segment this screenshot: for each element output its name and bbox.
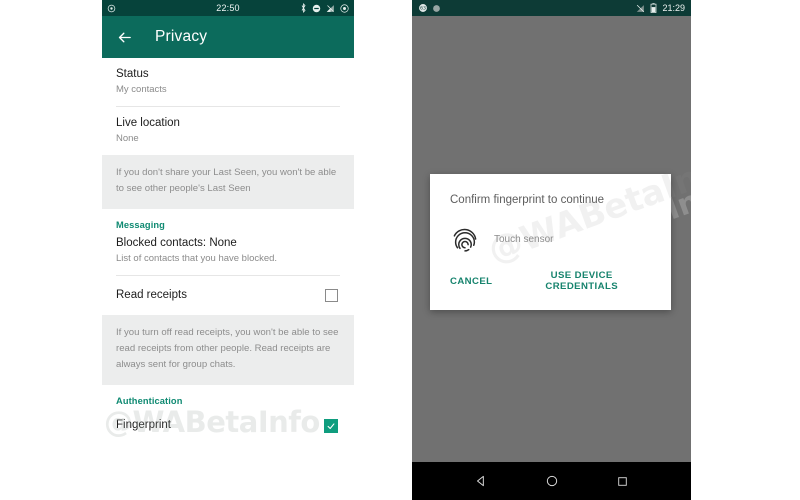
right-status-left-icons: 63 (418, 3, 441, 13)
blocked-contacts-description: List of contacts that you have blocked. (116, 253, 278, 264)
last-seen-note: If you don't share your Last Seen, you w… (102, 155, 354, 209)
do-not-disturb-icon (312, 4, 321, 12)
battery-icon (651, 3, 657, 13)
right-status-bar: 63 21:29 (412, 0, 691, 16)
left-phone-screenshot: 22:50 Privacy Status My contacts Live lo… (102, 0, 354, 446)
status-bar-right-icons (300, 3, 349, 13)
fingerprint-checkbox[interactable] (324, 418, 338, 433)
right-status-clock: 21:29 (662, 3, 685, 13)
home-circle-icon[interactable] (545, 474, 559, 488)
setting-row-status[interactable]: Status My contacts (102, 58, 354, 106)
dialog-actions: CANCEL USE DEVICE CREDENTIALS (450, 270, 651, 292)
fingerprint-label: Fingerprint (116, 419, 171, 431)
read-receipts-label: Read receipts (116, 289, 187, 301)
touch-sensor-text: Touch sensor (494, 233, 554, 245)
setting-row-blocked-contacts[interactable]: Blocked contacts: None List of contacts … (102, 234, 354, 275)
back-triangle-icon[interactable] (474, 474, 488, 488)
android-nav-bar (412, 462, 691, 500)
app-badge-icon: 63 (419, 4, 427, 12)
circle-icon (433, 4, 440, 12)
section-header-messaging: Messaging (116, 220, 165, 230)
signal-icon (326, 4, 334, 12)
bluetooth-icon (301, 3, 306, 13)
recents-square-icon[interactable] (616, 475, 629, 488)
live-location-value: None (116, 133, 139, 144)
setting-row-read-receipts[interactable]: Read receipts (102, 276, 354, 315)
setting-row-fingerprint[interactable]: Fingerprint (102, 410, 354, 445)
page-title: Privacy (155, 28, 208, 45)
status-value: My contacts (116, 84, 167, 95)
section-header-authentication: Authentication (116, 396, 183, 406)
read-receipts-checkbox[interactable] (325, 289, 338, 302)
use-device-credentials-button[interactable]: USE DEVICE CREDENTIALS (514, 270, 649, 292)
status-label: Status (116, 68, 149, 80)
svg-text:63: 63 (420, 6, 426, 12)
fingerprint-dialog: @WABetaInfo Confirm fingerprint to conti… (430, 145, 691, 310)
fingerprint-icon (453, 228, 477, 252)
no-signal-icon (637, 4, 645, 12)
right-phone-screenshot: 63 21:29 @WABetaInfo @WABetaInfo Confirm… (412, 0, 691, 500)
setting-row-live-location[interactable]: Live location None (102, 107, 354, 155)
left-status-bar: 22:50 (102, 0, 354, 16)
back-arrow-icon[interactable] (116, 29, 133, 46)
dialog-title: Confirm fingerprint to continue (450, 194, 605, 206)
read-receipts-note: If you turn off read receipts, you won't… (102, 315, 354, 385)
right-status-right-icons: 21:29 (636, 3, 685, 13)
battery-icon (340, 3, 349, 13)
live-location-label: Live location (116, 117, 180, 129)
privacy-settings-list: Status My contacts Live location None If… (102, 58, 354, 445)
dialog-body: Touch sensor (450, 224, 651, 254)
cancel-button[interactable]: CANCEL (450, 270, 492, 292)
privacy-toolbar: Privacy (102, 16, 354, 58)
blocked-contacts-label: Blocked contacts: None (116, 237, 237, 249)
checkmark-icon (327, 422, 335, 429)
